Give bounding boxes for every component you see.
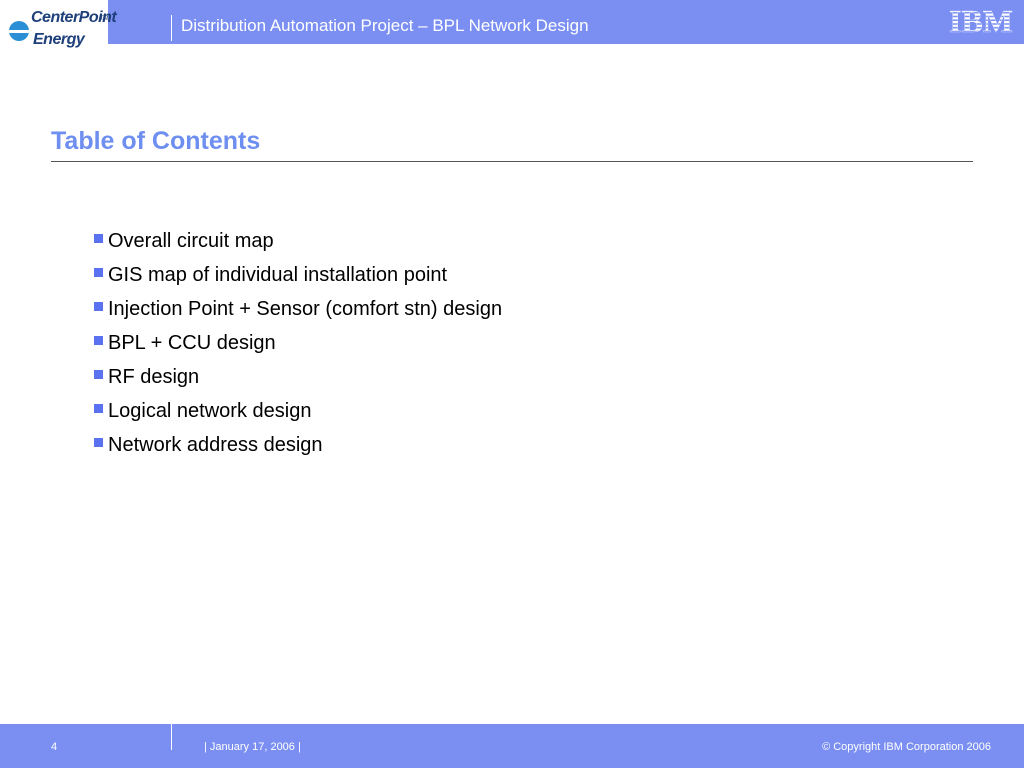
ibm-logo-text: IBM (949, 6, 1013, 36)
toc-item: Network address design (92, 431, 502, 465)
title-divider (51, 161, 973, 162)
toc-item-label: GIS map of individual installation point (108, 264, 448, 286)
toc-item-label: BPL + CCU design (108, 332, 276, 354)
page-title: Table of Contents (51, 127, 261, 155)
toc-item: Overall circuit map (92, 227, 502, 261)
table-of-contents-list: Overall circuit map GIS map of individua… (92, 227, 502, 465)
square-bullet-icon (94, 336, 103, 345)
ibm-logo: IBM (949, 6, 1013, 36)
toc-item: GIS map of individual installation point (92, 261, 502, 295)
header-divider (171, 15, 172, 41)
square-bullet-icon (94, 268, 103, 277)
square-bullet-icon (94, 234, 103, 243)
toc-item: RF design (92, 363, 502, 397)
presentation-title: Distribution Automation Project – BPL Ne… (181, 16, 589, 35)
square-bullet-icon (94, 438, 103, 447)
toc-item-label: RF design (108, 366, 200, 388)
toc-item: BPL + CCU design (92, 329, 502, 363)
toc-item-label: Logical network design (108, 400, 312, 422)
footer-divider (171, 724, 172, 750)
logo-line-2: Energy (33, 31, 85, 48)
copyright-notice: © Copyright IBM Corporation 2006 (822, 741, 991, 753)
square-bullet-icon (94, 370, 103, 379)
centerpoint-energy-logo: CenterPoint TM Energy (6, 4, 117, 58)
logo-trademark: TM (100, 16, 109, 22)
page-number: 4 (51, 741, 58, 753)
toc-item-label: Overall circuit map (108, 230, 274, 252)
toc-item: Logical network design (92, 397, 502, 431)
toc-item: Injection Point + Sensor (comfort stn) d… (92, 295, 502, 329)
header: CenterPoint TM Energy Distribution Autom… (0, 0, 1024, 48)
square-bullet-icon (94, 302, 103, 311)
square-bullet-icon (94, 404, 103, 413)
toc-item-label: Injection Point + Sensor (comfort stn) d… (108, 298, 503, 320)
logo-globe-icon (9, 21, 29, 41)
footer-date: | January 17, 2006 | (204, 741, 301, 753)
toc-item-label: Network address design (108, 434, 323, 456)
slide: CenterPoint TM Energy Distribution Autom… (0, 0, 1024, 768)
footer: 4 | January 17, 2006 | © Copyright IBM C… (0, 724, 1024, 768)
